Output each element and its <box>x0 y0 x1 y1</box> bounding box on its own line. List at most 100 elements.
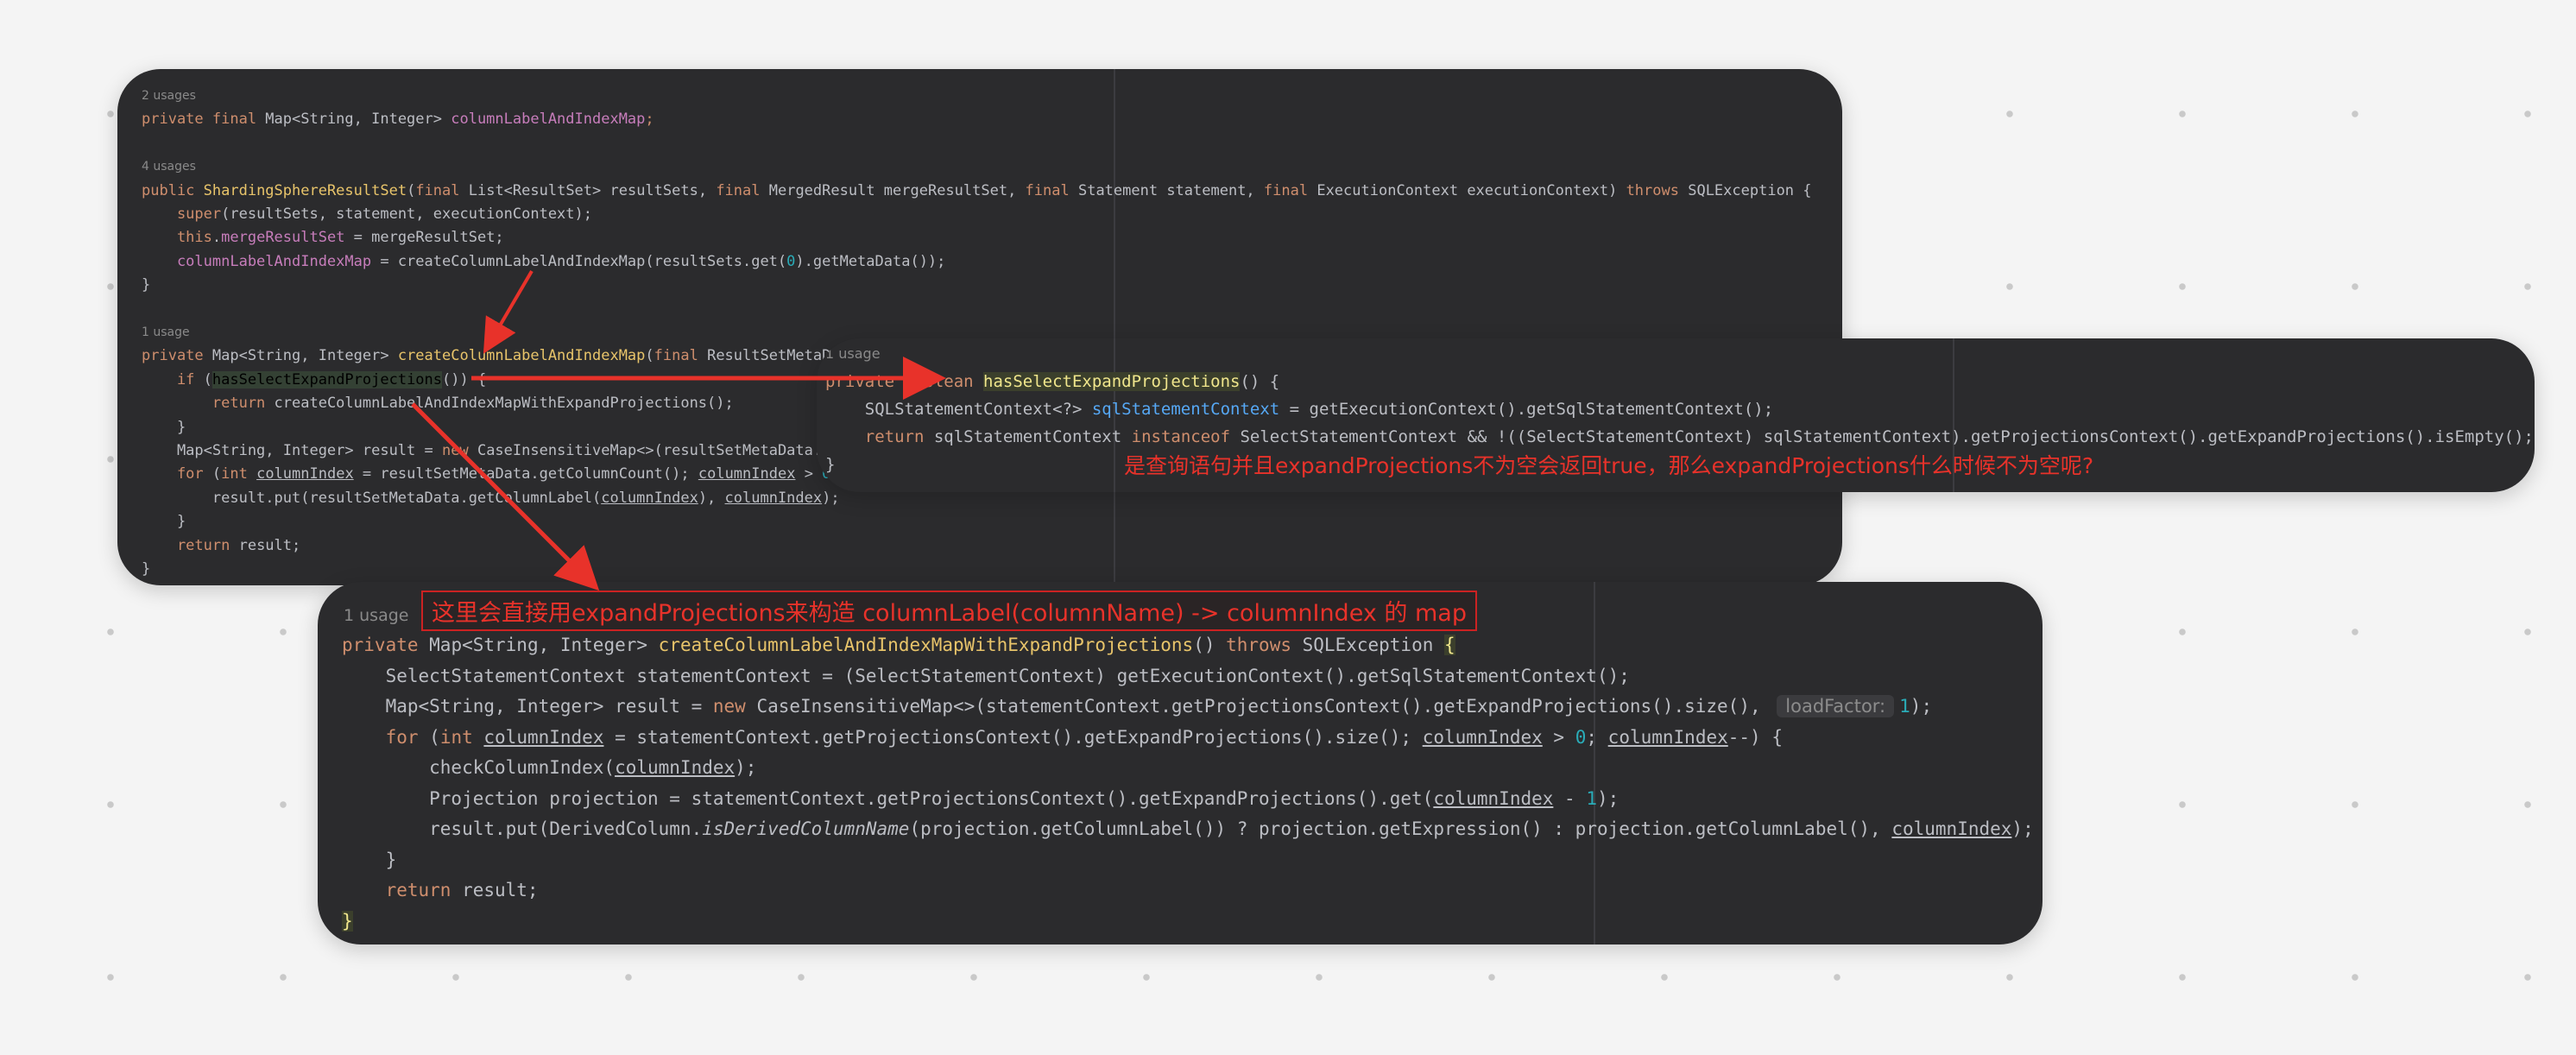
code-line: private final Map<String, Integer> colum… <box>142 108 1842 131</box>
code-token: Projection projection = statementContext… <box>342 787 1434 809</box>
annotation-expand-projections-question: 是查询语句并且expandProjections不为空会返回true，那么exp… <box>1124 453 2094 478</box>
code-token: private <box>825 372 905 391</box>
code-token: ); <box>822 489 840 507</box>
code-token: ( <box>212 465 222 483</box>
code-token: result; <box>238 536 301 554</box>
code-token: } <box>142 276 151 294</box>
code-token: columnIndex <box>1433 787 1554 809</box>
code-token: Map<String, Integer> <box>212 347 398 365</box>
code-token: columnIndex <box>1607 726 1728 748</box>
code-token: ExecutionContext executionContext) <box>1316 181 1626 199</box>
code-token: return <box>142 395 275 413</box>
code-token: result.put(resultSetMetaData.getColumnLa… <box>142 489 602 507</box>
code-token: columnIndex <box>724 489 823 507</box>
usage-count: 2 usages <box>142 89 196 103</box>
code-token: (projection.getColumnLabel()) ? projecti… <box>909 818 1892 839</box>
code-token: ShardingSphereResultSet <box>203 181 407 199</box>
code-line: } <box>342 845 2042 876</box>
code-token: { <box>1444 635 1455 655</box>
code-token: int <box>439 726 484 748</box>
code-token: > <box>1542 726 1575 748</box>
code-token: CaseInsensitiveMap<>(resultSetMetaData.g… <box>477 442 849 459</box>
code-token: columnIndex <box>256 465 354 483</box>
code-token: mergeResultSet <box>221 229 345 247</box>
code-token: } <box>342 849 397 870</box>
code-token: ); <box>1910 696 1933 717</box>
code-token: ); <box>1596 787 1619 809</box>
code-token: throws <box>1226 635 1303 655</box>
code-token: 1 <box>1899 696 1910 717</box>
code-token: > <box>795 465 823 483</box>
code-token: ( <box>203 370 212 389</box>
code-token: SQLException { <box>1688 181 1812 199</box>
code-token: SQLException <box>1302 635 1445 655</box>
code-token: () <box>1193 635 1227 655</box>
usage-count: 1 usage <box>825 345 881 362</box>
code-token: } <box>142 418 186 436</box>
code-token: checkColumnIndex( <box>342 757 616 778</box>
code-token: ); <box>2011 818 2034 839</box>
code-line: public ShardingSphereResultSet(final Lis… <box>142 180 1842 203</box>
code-token: return <box>142 536 239 554</box>
code-panel-with-expand-projections: 1 usage 这里会直接用expandProjections来构造 colum… <box>318 582 2042 944</box>
code-token: columnIndex <box>698 465 796 483</box>
code-token: 0 <box>786 252 796 270</box>
code-line: checkColumnIndex(columnIndex); <box>342 753 2042 784</box>
code-token: sqlStatementContext <box>933 427 1132 446</box>
code-line: SQLStatementContext<?> sqlStatementConte… <box>825 395 2535 423</box>
code-token: boolean <box>904 372 984 391</box>
code-token: final <box>415 181 469 199</box>
code-token: new <box>712 696 757 717</box>
code-token: this <box>142 229 212 247</box>
code-token: () { <box>1240 372 1280 391</box>
code-token: if <box>142 370 204 389</box>
code-token: createColumnLabelAndIndexMapWithExpandPr… <box>658 635 1194 655</box>
code-token: = mergeResultSet; <box>344 229 504 247</box>
code-token: 1 <box>1586 787 1597 809</box>
code-token: } <box>142 513 186 531</box>
code-token: final <box>716 181 769 199</box>
code-token: columnIndex <box>1422 726 1543 748</box>
code-token: ).getMetaData()); <box>795 252 946 270</box>
code-token: ( <box>645 347 654 365</box>
code-token: final <box>653 347 708 365</box>
code-token: ); <box>735 757 757 778</box>
code-token: return <box>825 427 934 446</box>
code-token: SelectStatementContext && !((SelectState… <box>1240 427 2534 446</box>
code-line: Projection projection = statementContext… <box>342 784 2042 815</box>
code-token: columnIndex <box>601 489 698 507</box>
code-token: new <box>442 442 477 459</box>
code-token: return <box>342 880 463 900</box>
code-token: private <box>142 347 212 365</box>
code-token: - <box>1553 787 1587 809</box>
code-token: ()) { <box>442 370 487 389</box>
code-line: return result; <box>342 875 2042 907</box>
code-line: return result; <box>142 534 1842 558</box>
code-token: ), <box>698 489 725 507</box>
code-token: createColumnLabelAndIndexMapWithExpandPr… <box>274 395 734 413</box>
code-line: } <box>142 510 1842 534</box>
code-token: } <box>825 455 836 474</box>
code-token: MergedResult mergeResultSet, <box>768 181 1026 199</box>
code-token: SQLStatementContext<?> <box>825 400 1092 419</box>
code-token: ; <box>645 111 654 129</box>
code-line: return sqlStatementContext instanceof Se… <box>825 423 2535 451</box>
code-token: 0 <box>1575 726 1587 748</box>
usage-count: 4 usages <box>142 160 196 174</box>
code-token: for <box>142 465 212 483</box>
code-token: } <box>342 910 353 932</box>
code-token: = getExecutionContext().getSqlStatementC… <box>1279 400 1774 419</box>
code-line: private Map<String, Integer> createColum… <box>342 630 2042 661</box>
code-token: Map<String, Integer> result = <box>342 696 713 717</box>
code-token: int <box>221 465 257 483</box>
code-token: result; <box>462 880 539 900</box>
code-panel-result-set: 2 usages private final Map<String, Intege… <box>117 69 1842 585</box>
code-token: columnLabelAndIndexMap <box>142 252 372 270</box>
code-token: List<ResultSet> resultSets, <box>468 181 717 199</box>
code-token: sqlStatementContext <box>1091 400 1280 419</box>
code-token: } <box>142 560 151 578</box>
code-token: final <box>1263 181 1317 199</box>
code-token: CaseInsensitiveMap<>(statementContext.ge… <box>756 696 1772 717</box>
